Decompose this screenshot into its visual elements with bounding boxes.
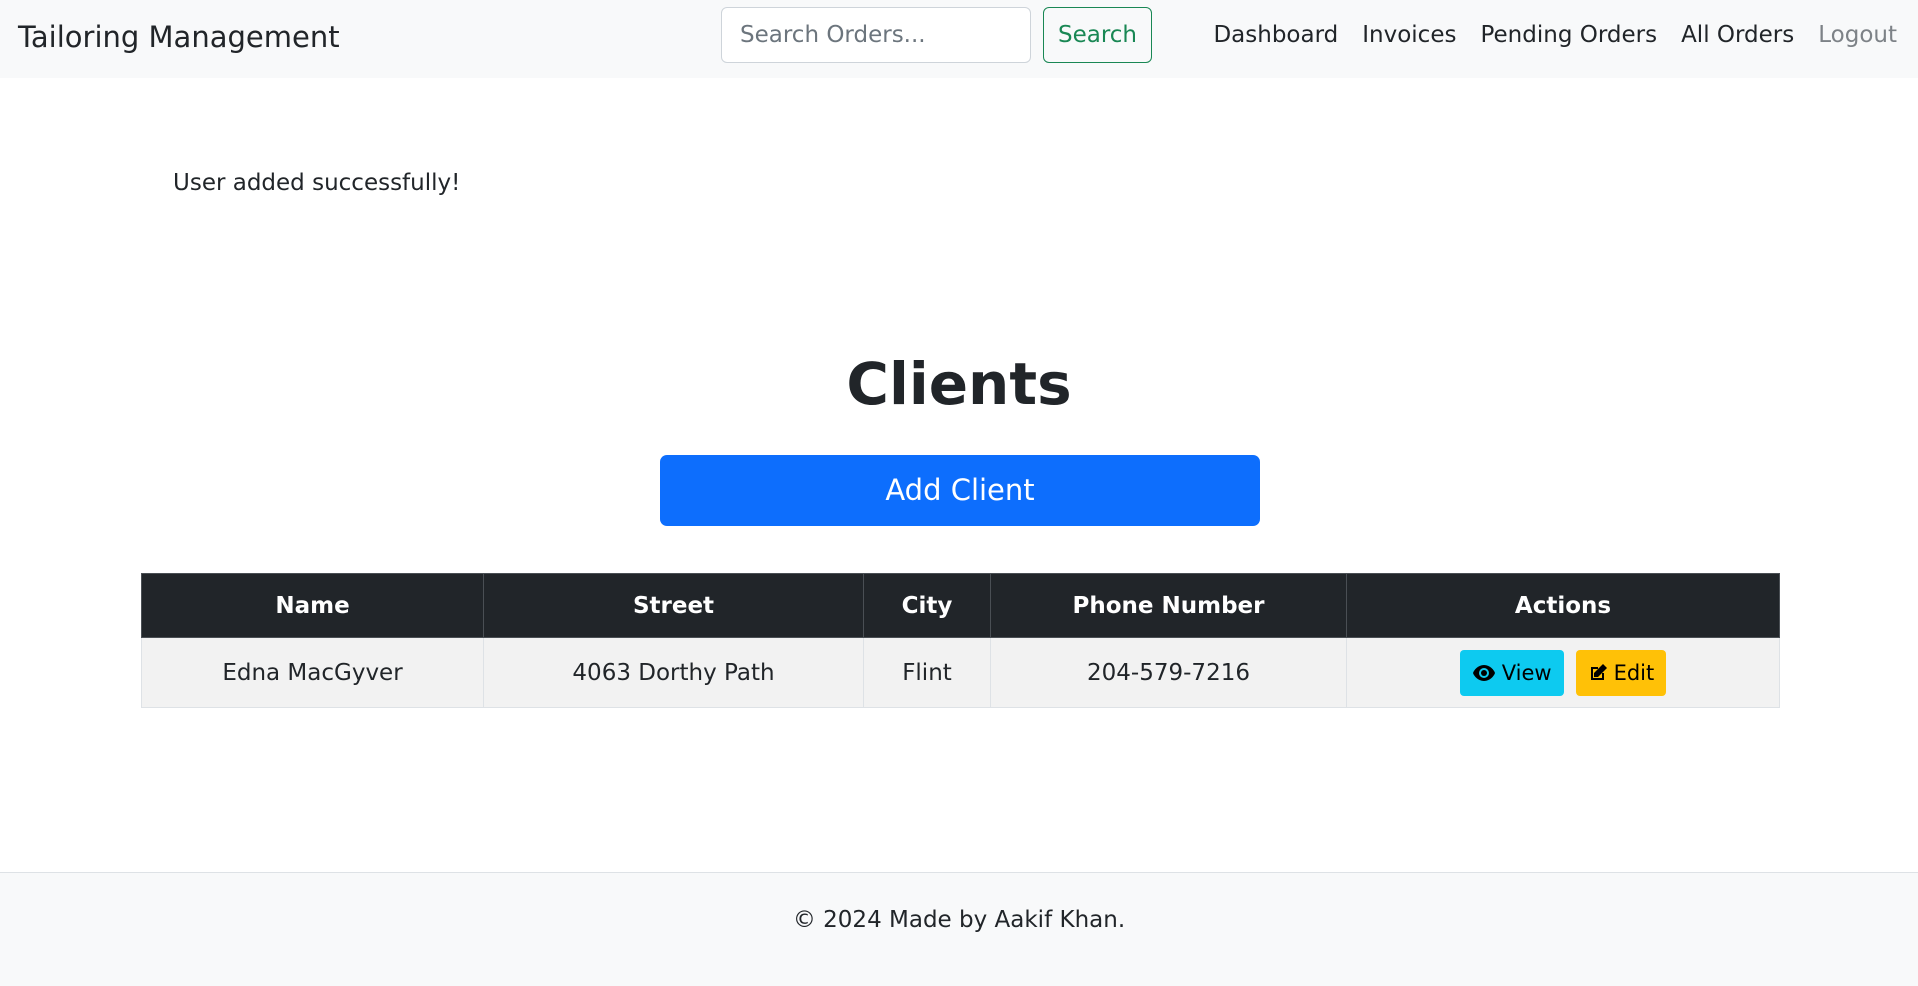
nav-link-all-orders[interactable]: All Orders	[1681, 22, 1794, 48]
client-city-cell: Flint	[863, 637, 991, 708]
table-header-row: Name Street City Phone Number Actions	[141, 573, 1780, 638]
search-button[interactable]: Search	[1043, 7, 1152, 63]
nav-link-logout[interactable]: Logout	[1818, 22, 1897, 48]
nav-link-dashboard[interactable]: Dashboard	[1213, 22, 1338, 48]
add-client-button[interactable]: Add Client	[660, 455, 1260, 526]
navbar: Tailoring Management Search Dashboard In…	[0, 0, 1918, 78]
column-header-actions: Actions	[1346, 573, 1780, 638]
clients-table: Name Street City Phone Number Actions Ed…	[141, 573, 1780, 708]
view-button[interactable]: View	[1459, 649, 1564, 696]
client-name-cell: Edna MacGyver	[141, 637, 484, 708]
search-input[interactable]	[721, 7, 1031, 63]
page-title: Clients	[846, 350, 1072, 418]
column-header-city: City	[863, 573, 991, 638]
client-actions-cell: View Edit	[1346, 637, 1780, 708]
view-button-label: View	[1501, 660, 1552, 685]
actions-group: View Edit	[1347, 649, 1779, 696]
client-phone-cell: 204-579-7216	[990, 637, 1347, 708]
edit-button-label: Edit	[1613, 660, 1655, 685]
column-header-phone: Phone Number	[990, 573, 1347, 638]
column-header-name: Name	[141, 573, 484, 638]
column-header-street: Street	[483, 573, 864, 638]
success-alert-message: User added successfully!	[173, 170, 461, 196]
table-row: Edna MacGyver 4063 Dorthy Path Flint 204…	[141, 637, 1780, 708]
client-street-cell: 4063 Dorthy Path	[483, 637, 864, 708]
brand-title[interactable]: Tailoring Management	[18, 20, 340, 54]
edit-icon	[1588, 663, 1608, 683]
footer: © 2024 Made by Aakif Khan.	[0, 872, 1918, 986]
footer-copyright: © 2024 Made by Aakif Khan.	[792, 907, 1126, 933]
nav-link-pending-orders[interactable]: Pending Orders	[1480, 22, 1657, 48]
eye-icon	[1472, 664, 1496, 682]
nav-link-invoices[interactable]: Invoices	[1362, 22, 1456, 48]
edit-button[interactable]: Edit	[1575, 649, 1667, 696]
nav-links: Dashboard Invoices Pending Orders All Or…	[1213, 22, 1897, 48]
